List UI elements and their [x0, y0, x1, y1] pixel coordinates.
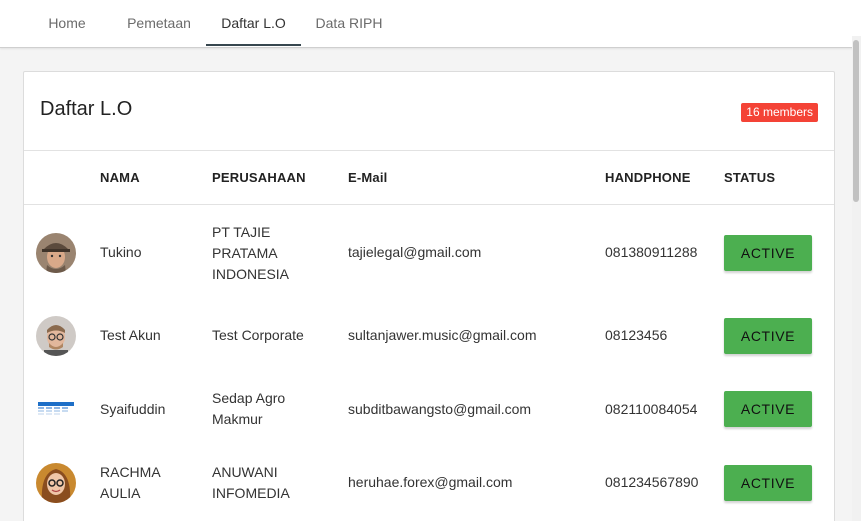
- column-header-perusahaan: PERUSAHAAN: [212, 170, 306, 185]
- status-active-button[interactable]: ACTIVE: [724, 391, 812, 427]
- row-email: tajielegal@gmail.com: [348, 244, 482, 260]
- row-perusahaan: Test Corporate: [212, 327, 304, 343]
- members-card: Daftar L.O 16 members NAMA PERUSAHAAN E-…: [23, 71, 835, 521]
- tab-pemetaan[interactable]: Pemetaan: [112, 0, 206, 47]
- tab-home[interactable]: Home: [32, 0, 102, 47]
- building-avatar: [36, 388, 76, 428]
- status-active-button[interactable]: ACTIVE: [724, 318, 812, 354]
- row-perusahaan: PT TAJIE PRATAMA INDONESIA: [212, 224, 290, 282]
- top-navigation: Home Pemetaan Daftar L.O Data RIPH: [0, 0, 861, 48]
- row-email: heruhae.forex@gmail.com: [348, 474, 513, 490]
- woman-with-glasses-avatar: [36, 463, 76, 503]
- table-header: NAMA PERUSAHAAN E-Mail HANDPHONE STATUS: [24, 152, 834, 205]
- status-active-button[interactable]: ACTIVE: [724, 465, 812, 501]
- row-handphone: 08123456: [605, 327, 668, 343]
- card-title: Daftar L.O: [40, 98, 133, 120]
- row-handphone: 081234567890: [605, 474, 699, 490]
- row-nama: Test Akun: [100, 327, 161, 343]
- column-header-email: E-Mail: [348, 170, 388, 185]
- row-nama: Tukino: [100, 244, 142, 260]
- row-handphone: 082110084054: [605, 401, 698, 417]
- row-email: subditbawangsto@gmail.com: [348, 401, 532, 417]
- table-row: Syaifuddin Sedap Agro Makmur subditbawan…: [24, 374, 834, 448]
- row-nama: Syaifuddin: [100, 401, 166, 417]
- table-row: RACHMA AULIA ANUWANI INFOMEDIA heruhae.f…: [24, 448, 834, 521]
- column-header-status: STATUS: [724, 170, 776, 185]
- status-active-button[interactable]: ACTIVE: [724, 235, 812, 271]
- tab-daftar-lo[interactable]: Daftar L.O: [206, 0, 301, 47]
- row-handphone: 081380911288: [605, 244, 698, 260]
- man-with-hat-avatar: [36, 233, 76, 273]
- row-perusahaan: Sedap Agro Makmur: [212, 390, 286, 427]
- tab-data-riph[interactable]: Data RIPH: [301, 0, 397, 47]
- active-tab-indicator: [206, 44, 301, 46]
- column-header-nama: NAMA: [100, 170, 140, 185]
- members-count-badge: 16 members: [741, 103, 818, 122]
- row-perusahaan: ANUWANI INFOMEDIA: [212, 464, 290, 501]
- page-scrollbar-thumb[interactable]: [853, 40, 859, 202]
- man-with-glasses-avatar: [36, 316, 76, 356]
- row-nama: RACHMA AULIA: [100, 464, 160, 501]
- card-header: Daftar L.O 16 members: [24, 72, 834, 151]
- row-email: sultanjawer.music@gmail.com: [348, 327, 537, 343]
- table-row: Tukino PT TAJIE PRATAMA INDONESIA tajiel…: [24, 206, 834, 300]
- column-header-handphone: HANDPHONE: [605, 170, 691, 185]
- table-row: Test Akun Test Corporate sultanjawer.mus…: [24, 300, 834, 374]
